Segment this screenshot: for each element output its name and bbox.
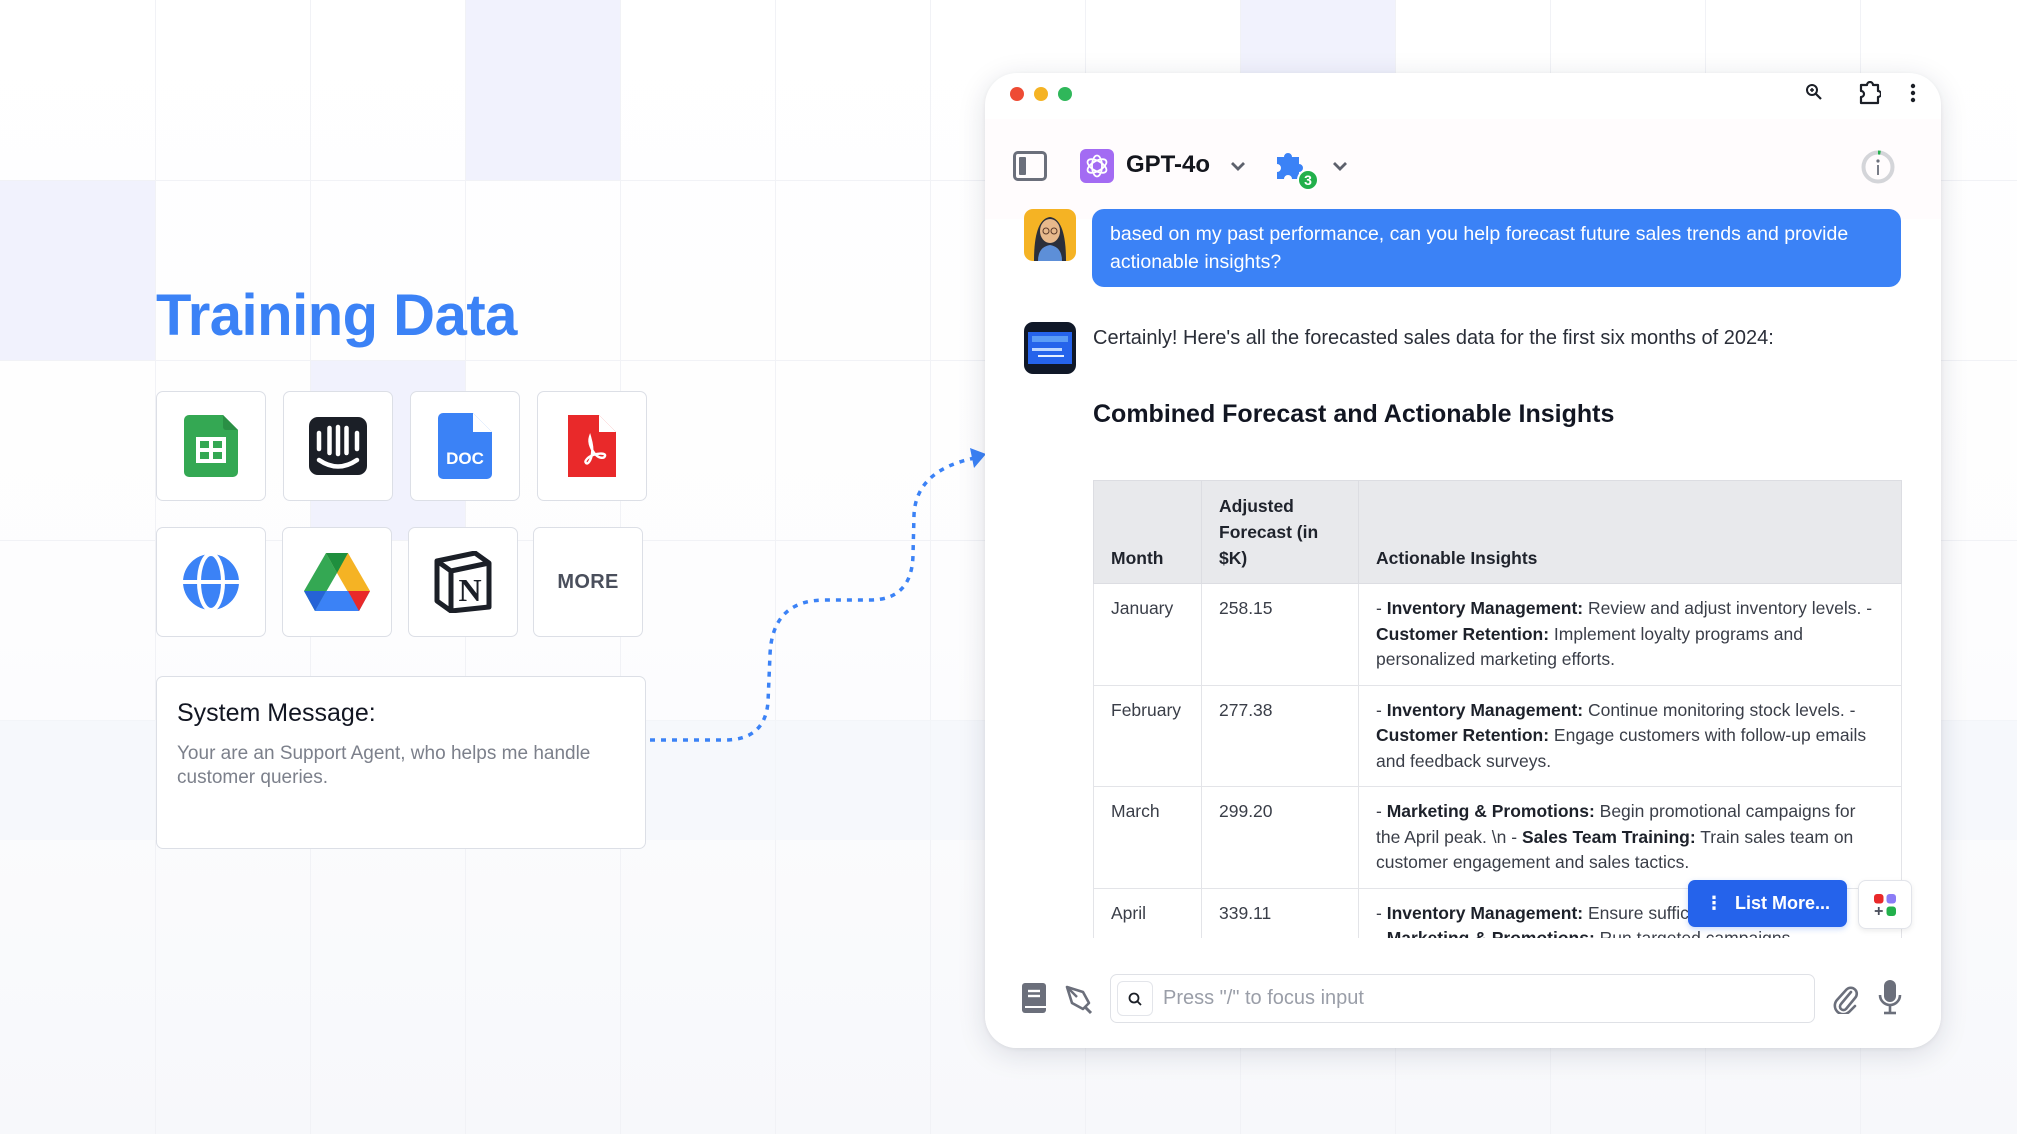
user-avatar xyxy=(1024,209,1076,261)
insight-label: Inventory Management: xyxy=(1386,902,1584,923)
table-row-february: February 277.38- Inventory Management: Co… xyxy=(1093,684,1902,787)
close-window-button[interactable] xyxy=(1010,87,1024,101)
model-selector[interactable]: GPT-4o xyxy=(1126,151,1210,179)
table-header-row: Month Adjusted Forecast (in $K) Actionab… xyxy=(1093,480,1902,584)
insight-label: Inventory Management: xyxy=(1386,699,1584,720)
apps-grid-icon xyxy=(1874,893,1896,916)
cell-insights: - Inventory Management: Continue monitor… xyxy=(1358,684,1902,787)
assistant-intro-text: Certainly! Here's all the forecasted sal… xyxy=(1093,327,1774,349)
svg-text:N: N xyxy=(458,572,481,608)
google-sheets-icon xyxy=(184,415,238,477)
openai-logo-icon[interactable] xyxy=(1080,149,1114,183)
header-forecast: Adjusted Forecast (in $K) xyxy=(1201,480,1359,584)
attach-paperclip-icon[interactable] xyxy=(1833,984,1859,1014)
cell-month: February xyxy=(1093,684,1202,787)
maximize-window-button[interactable] xyxy=(1058,87,1072,101)
globe-icon xyxy=(183,553,239,611)
source-google-drive[interactable] xyxy=(282,527,392,637)
source-notion[interactable]: N xyxy=(408,527,518,637)
sidebar-toggle-icon[interactable] xyxy=(1013,151,1047,181)
table-row-january: January 258.15- Inventory Management: Rev… xyxy=(1093,583,1902,686)
notion-icon: N xyxy=(434,551,492,613)
source-intercom[interactable] xyxy=(283,391,393,501)
cell-forecast: 299.20 xyxy=(1201,786,1359,889)
header-month: Month xyxy=(1093,480,1202,584)
assistant-heading: Combined Forecast and Actionable Insight… xyxy=(1093,400,1615,428)
list-more-label: List More... xyxy=(1734,893,1830,913)
intercom-icon xyxy=(309,417,367,475)
system-message-text: Your are an Support Agent, who helps me … xyxy=(177,743,591,788)
svg-text:DOC: DOC xyxy=(446,449,484,468)
insight-text: Review and adjust inventory levels. - xyxy=(1583,598,1873,618)
source-website[interactable] xyxy=(156,527,266,637)
insight-label: Sales Team Training: xyxy=(1521,826,1696,847)
header-insights: Actionable Insights xyxy=(1358,480,1902,584)
cell-month: April xyxy=(1093,887,1202,938)
apps-button[interactable] xyxy=(1858,880,1912,929)
more-label: MORE xyxy=(557,570,619,593)
insight-label: Customer Retention: xyxy=(1376,725,1550,745)
forecast-table-container[interactable]: Month Adjusted Forecast (in $K) Actionab… xyxy=(1093,480,1903,938)
source-more-button[interactable]: MORE xyxy=(533,527,643,637)
insight-label: Marketing & Promotions: xyxy=(1386,928,1595,938)
insight-text: Run targeted campaigns. xyxy=(1594,928,1796,938)
microphone-icon[interactable] xyxy=(1878,979,1902,1015)
extension-icon[interactable] xyxy=(1859,81,1881,105)
cell-insights: - Inventory Management: Review and adjus… xyxy=(1358,583,1902,686)
insight-label: Inventory Management: xyxy=(1386,598,1584,618)
training-data-title: Training Data xyxy=(156,283,517,348)
cell-forecast: 277.38 xyxy=(1201,684,1359,787)
more-vertical-icon[interactable] xyxy=(1910,83,1916,103)
doc-file-icon: DOC xyxy=(438,413,492,479)
insight-text: Continue monitoring stock levels. - xyxy=(1583,699,1856,720)
info-icon[interactable] xyxy=(1861,150,1895,184)
zoom-icon[interactable] xyxy=(1805,83,1823,101)
source-google-sheets[interactable] xyxy=(156,391,266,501)
window-titlebar xyxy=(985,73,1941,119)
system-message-title: System Message: xyxy=(177,699,376,727)
cell-forecast: 258.15 xyxy=(1201,583,1359,686)
cell-insights: - Marketing & Promotions: Begin promotio… xyxy=(1358,786,1902,889)
system-message-box[interactable]: System Message: Your are an Support Agen… xyxy=(156,676,646,849)
list-more-button[interactable]: ⋮ List More... xyxy=(1688,880,1847,927)
vertical-dots-icon: ⋮ xyxy=(1704,893,1723,913)
google-drive-icon xyxy=(304,553,370,611)
plugin-count-badge: 3 xyxy=(1297,169,1319,191)
input-search-icon[interactable] xyxy=(1117,981,1153,1016)
forecast-table: Month Adjusted Forecast (in $K) Actionab… xyxy=(1093,480,1902,938)
chat-input[interactable] xyxy=(1163,975,1803,1021)
chat-input-box xyxy=(1110,974,1815,1023)
source-doc[interactable]: DOC xyxy=(410,391,520,501)
chat-window: GPT-4o 3 based on my past performance, c… xyxy=(985,73,1941,1048)
cell-forecast: 339.11 xyxy=(1201,887,1359,938)
pdf-file-icon xyxy=(568,415,616,477)
prompt-library-icon[interactable] xyxy=(1021,982,1047,1014)
table-row-march: March 299.20- Marketing & Promotions: Beg… xyxy=(1093,786,1902,889)
model-chevron-down-icon[interactable] xyxy=(1230,160,1246,172)
pen-tool-icon[interactable] xyxy=(1063,983,1095,1015)
assistant-avatar xyxy=(1024,322,1076,374)
dotted-connector-arrow xyxy=(650,448,986,742)
source-pdf[interactable] xyxy=(537,391,647,501)
insight-label: Customer Retention: xyxy=(1376,623,1550,644)
minimize-window-button[interactable] xyxy=(1034,87,1048,101)
cell-month: March xyxy=(1093,786,1202,889)
cell-month: January xyxy=(1093,583,1202,686)
user-message-bubble: based on my past performance, can you he… xyxy=(1092,209,1901,287)
insight-label: Marketing & Promotions: xyxy=(1386,801,1595,821)
plugins-chevron-down-icon[interactable] xyxy=(1332,160,1348,172)
